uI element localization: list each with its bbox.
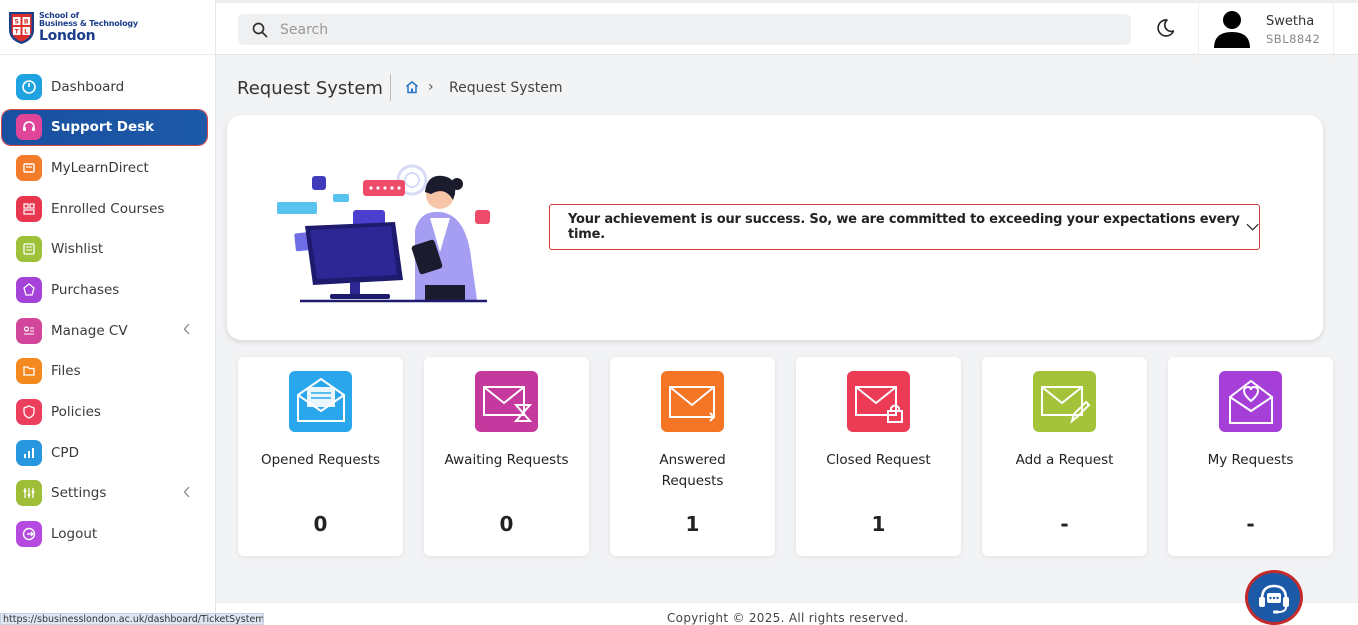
logout-icon — [16, 521, 42, 548]
sidebar-item-cpd[interactable]: CPD — [0, 435, 215, 470]
home-icon[interactable] — [405, 80, 419, 94]
envelope-hourglass-icon — [475, 371, 538, 432]
learn-icon — [16, 154, 42, 181]
request-card-opened-requests[interactable]: Opened Requests 0 — [238, 357, 403, 556]
brand-line-2: Business & Technology — [39, 18, 138, 28]
purchases-icon — [16, 276, 42, 303]
support-chat-button[interactable] — [1245, 570, 1303, 625]
support-icon — [16, 114, 42, 141]
settings-icon — [16, 480, 42, 507]
sidebar-item-label: Settings — [51, 485, 107, 502]
envelope-edit-icon — [1033, 371, 1096, 432]
request-card-add-a-request[interactable]: Add a Request - — [982, 357, 1147, 556]
sidebar-item-label: Support Desk — [51, 119, 155, 136]
sidebar-item-mylearndirect[interactable]: MyLearnDirect — [0, 150, 215, 185]
motto-text: Your achievement is our success. So, we … — [568, 212, 1240, 242]
sidebar-item-label: MyLearnDirect — [51, 159, 149, 176]
request-card-title: Awaiting Requests — [444, 452, 569, 468]
support-agent-illustration — [277, 164, 490, 303]
request-card-count: 1 — [871, 512, 886, 536]
brand-line-3: London — [39, 27, 96, 44]
search-icon — [252, 22, 268, 37]
user-name: Swetha — [1266, 14, 1315, 29]
request-card-title: Opened Requests — [260, 452, 381, 468]
sidebar-item-files[interactable]: Files — [0, 354, 215, 389]
footer: Copyright © 2025. All rights reserved. — [216, 602, 1358, 625]
browser-status-url: https://sbusinesslondon.ac.uk/dashboard/… — [0, 613, 264, 625]
search-input[interactable] — [280, 21, 1080, 38]
cv-icon — [16, 317, 42, 344]
sidebar-item-label: Purchases — [51, 281, 120, 298]
chevron-left-icon — [183, 486, 191, 501]
sidebar-item-label: CPD — [51, 444, 79, 461]
courses-icon — [16, 195, 42, 222]
request-card-count: - — [1060, 512, 1069, 536]
search-bar[interactable] — [238, 14, 1131, 45]
sidebar-item-logout[interactable]: Logout — [0, 517, 215, 552]
sidebar-item-label: Policies — [51, 404, 101, 420]
sidebar-item-manage-cv[interactable]: Manage CV — [0, 313, 215, 348]
request-card-count: 0 — [313, 512, 328, 536]
envelope-lock-icon — [847, 371, 910, 432]
svg-text:S: S — [15, 18, 19, 25]
request-card-count: 0 — [499, 512, 514, 536]
hero-banner: Your achievement is our success. So, we … — [227, 115, 1323, 340]
sidebar-item-dashboard[interactable]: Dashboard — [0, 69, 215, 104]
envelope-heart-icon — [1219, 371, 1282, 432]
sidebar-item-enrolled-courses[interactable]: Enrolled Courses — [0, 191, 215, 226]
breadcrumb-current: Request System — [449, 80, 563, 96]
sidebar-item-label: Enrolled Courses — [51, 200, 165, 217]
files-icon — [16, 358, 42, 385]
headset-chat-icon — [1259, 584, 1289, 613]
chevron-down-icon — [1246, 223, 1259, 231]
sidebar-nav: Dashboard Support Desk MyLearnDirect Enroll… — [0, 69, 215, 552]
sidebar: S B T L School of Business & Technology … — [0, 0, 216, 625]
motto-dropdown[interactable]: Your achievement is our success. So, we … — [549, 204, 1260, 250]
sidebar-item-settings[interactable]: Settings — [0, 476, 215, 511]
breadcrumb-chevron-icon: › — [428, 79, 434, 95]
request-card-title: My Requests — [1207, 452, 1294, 468]
sidebar-item-label: Files — [51, 363, 81, 380]
page-title: Request System — [237, 78, 383, 99]
envelope-open-icon — [289, 371, 352, 432]
request-card-my-requests[interactable]: My Requests - — [1168, 357, 1333, 556]
sidebar-item-wishlist[interactable]: Wishlist — [0, 232, 215, 267]
request-card-title: Closed Request — [826, 452, 931, 468]
sidebar-item-label: Wishlist — [51, 241, 104, 258]
policies-icon — [16, 399, 42, 425]
sidebar-item-label: Manage CV — [51, 322, 128, 339]
sidebar-item-policies[interactable]: Policies — [0, 395, 215, 430]
wishlist-icon — [16, 236, 42, 263]
request-card-answered-requests[interactable]: Answered Requests 1 — [610, 357, 775, 556]
request-card-title: Add a Request — [1015, 452, 1114, 468]
sidebar-item-purchases[interactable]: Purchases — [0, 272, 215, 307]
shield-logo-icon: S B T L — [9, 11, 34, 44]
request-card-count: 1 — [685, 512, 700, 536]
request-card-count: - — [1246, 512, 1255, 536]
avatar — [1214, 11, 1250, 48]
sidebar-item-support-desk[interactable]: Support Desk — [2, 109, 207, 145]
envelope-reply-icon — [661, 371, 724, 432]
copyright-text: Copyright © 2025. All rights reserved. — [667, 611, 909, 625]
svg-text:B: B — [24, 18, 29, 25]
user-id: SBL8842 — [1266, 32, 1321, 46]
dashboard-icon — [16, 73, 42, 100]
brand-logo[interactable]: S B T L School of Business & Technology … — [0, 0, 215, 55]
sidebar-item-label: Logout — [51, 526, 98, 543]
dark-mode-toggle-icon[interactable] — [1154, 17, 1176, 39]
top-header: Swetha SBL8842 — [216, 0, 1358, 58]
user-menu[interactable]: Swetha SBL8842 — [1198, 0, 1334, 58]
request-card-awaiting-requests[interactable]: Awaiting Requests 0 — [424, 357, 589, 556]
request-cards: Opened Requests 0 Awaiting Requests 0 Answer… — [238, 357, 1334, 556]
breadcrumb-divider — [390, 74, 391, 101]
cpd-icon — [16, 439, 42, 466]
chevron-left-icon — [183, 323, 191, 338]
sidebar-item-label: Dashboard — [51, 78, 125, 95]
request-card-title: Answered Requests — [659, 452, 726, 489]
svg-text:L: L — [24, 28, 28, 35]
request-card-closed-request[interactable]: Closed Request 1 — [796, 357, 961, 556]
